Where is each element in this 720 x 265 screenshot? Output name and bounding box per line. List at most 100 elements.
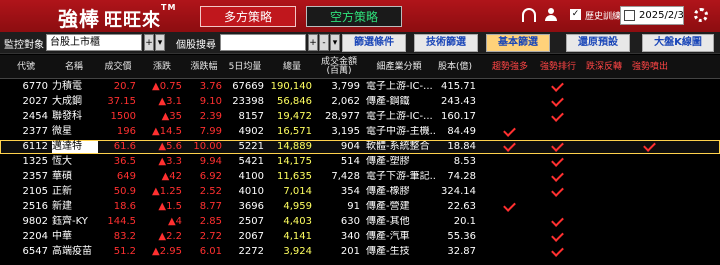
- cell-amount: 904: [340, 141, 360, 152]
- col-industry[interactable]: 細產業分類: [366, 63, 432, 72]
- cell-volume: 14,889: [277, 141, 312, 152]
- cell-change: ▲1.25: [152, 186, 182, 197]
- table-row[interactable]: 2357 華碩 649 ▲42 6.92 4100 11,635 7,428 電子下游-筆記..…: [0, 170, 720, 184]
- date-value: 2025/2/3: [639, 10, 684, 21]
- table-header: 代號 名稱 成交價 漲跌 漲跌幅 5日均量 總量 成交金額(百萬) 細產業分類 …: [0, 55, 720, 79]
- search-dropdown-icon[interactable]: ▾: [330, 34, 340, 51]
- person-icon[interactable]: [544, 8, 558, 22]
- cell-change-pct: 10.00: [193, 141, 222, 152]
- col-breakout[interactable]: 強勢噴出: [628, 63, 672, 72]
- gear-icon[interactable]: [694, 8, 708, 22]
- cell-industry: 軟體-系統整合: [366, 141, 430, 152]
- cell-change: ▲2.95: [152, 246, 182, 257]
- headset-icon[interactable]: [522, 8, 536, 22]
- cell-volume: 4,403: [283, 216, 312, 227]
- cell-capital: 20.1: [453, 216, 476, 227]
- cell-price: 18.6: [113, 201, 136, 212]
- table-row[interactable]: 2454 聯發科 1500 ▲35 2.39 8157 19,472 28,977 電子上游-I…: [0, 110, 720, 124]
- col-name[interactable]: 名稱: [56, 63, 92, 72]
- search-minus-button[interactable]: -: [319, 34, 329, 51]
- cell-change-pct: 2.72: [199, 231, 222, 242]
- search-add-button[interactable]: +: [308, 34, 318, 51]
- table-row[interactable]: 6770 力積電 20.7 ▲0.75 3.76 67669 190,140 3,799 電子上…: [0, 80, 720, 94]
- monitor-select[interactable]: 台股上市櫃: [46, 34, 142, 51]
- table-row[interactable]: 2204 中華 83.2 ▲2.2 2.72 2067 4,141 340 傳產-汽車 55.36: [0, 230, 720, 244]
- cell-price: 196: [116, 126, 136, 137]
- tab-long-strategy[interactable]: 多方策略: [200, 6, 296, 27]
- calendar-icon: [624, 10, 635, 21]
- col-code[interactable]: 代號: [4, 63, 48, 72]
- cell-volume: 16,571: [277, 126, 312, 137]
- cell-capital: 415.71: [441, 81, 476, 92]
- cell-avg5: 2507: [238, 216, 264, 227]
- cell-industry: 傳產-塑膠: [366, 156, 410, 167]
- table-row[interactable]: 2516 新建 18.6 ▲1.5 8.77 3696 4,959 91 傳產-營建 22.63: [0, 200, 720, 214]
- cell-change-pct: 9.10: [199, 96, 222, 107]
- cell-name: 華碩: [52, 171, 72, 182]
- cell-change-pct: 2.39: [199, 111, 222, 122]
- cell-industry: 電子上游-IC-...: [366, 111, 433, 122]
- col-avg5[interactable]: 5日均量: [224, 63, 266, 72]
- signal-check-icon: [552, 140, 564, 152]
- cell-code: 1325: [22, 156, 48, 167]
- cell-amount: 514: [340, 156, 360, 167]
- table-row[interactable]: 1325 恆大 36.5 ▲3.3 9.94 5421 14,175 514 傳產-塑膠 8.53: [0, 155, 720, 169]
- cell-change: ▲1.5: [158, 201, 182, 212]
- cell-name: 高端疫苗: [52, 246, 92, 257]
- col-reversal[interactable]: 跌深反轉: [582, 63, 626, 72]
- cell-name: 中華: [52, 231, 72, 242]
- fundamental-filter-button[interactable]: 基本篩選: [486, 34, 550, 52]
- filter-conditions-button[interactable]: 篩選條件: [342, 34, 406, 52]
- col-trend-strong[interactable]: 趨勢強多: [488, 63, 532, 72]
- stock-search-input[interactable]: [220, 34, 306, 51]
- cell-capital: 243.43: [441, 96, 476, 107]
- cell-change-pct: 8.77: [199, 201, 222, 212]
- cell-amount: 2,062: [331, 96, 360, 107]
- cell-price: 83.2: [113, 231, 136, 242]
- history-mode-checkbox[interactable]: ✓: [570, 9, 581, 20]
- cell-avg5: 4902: [238, 126, 264, 137]
- cell-change: ▲3.1: [158, 96, 182, 107]
- table-row[interactable]: 2027 大成鋼 37.15 ▲3.1 9.10 23398 56,846 2,062 傳產-鋼…: [0, 95, 720, 109]
- monitor-dropdown-icon[interactable]: ▾: [155, 34, 165, 51]
- cell-volume: 7,014: [283, 186, 312, 197]
- date-picker[interactable]: 2025/2/3: [620, 6, 684, 25]
- cell-change: ▲35: [161, 111, 182, 122]
- search-label: 個股搜尋: [176, 40, 216, 51]
- cell-industry: 傳產-生技: [366, 246, 410, 257]
- col-change-pct[interactable]: 漲跌幅: [186, 63, 222, 72]
- toolbar: 監控對象 台股上市櫃 + ▾ 個股搜尋 + - ▾ 篩選條件 技術篩選 基本篩選…: [0, 32, 720, 54]
- cell-volume: 14,175: [277, 156, 312, 167]
- cell-avg5: 8157: [238, 111, 264, 122]
- cell-amount: 7,428: [331, 171, 360, 182]
- tab-short-strategy[interactable]: 空方策略: [306, 6, 402, 27]
- market-kline-button[interactable]: 大盤K線圖: [642, 34, 714, 52]
- cell-code: 2204: [22, 231, 48, 242]
- technical-filter-button[interactable]: 技術篩選: [414, 34, 478, 52]
- table-row[interactable]: 6547 高端疫苗 51.2 ▲2.95 6.01 2272 3,924 201 傳產-生技 32…: [0, 245, 720, 259]
- col-change[interactable]: 漲跌: [144, 63, 180, 72]
- cell-volume: 56,846: [277, 96, 312, 107]
- cell-avg5: 2272: [238, 246, 264, 257]
- cell-avg5: 67669: [232, 81, 264, 92]
- col-amount[interactable]: 成交金額(百萬): [318, 58, 360, 76]
- cell-code: 2105: [22, 186, 48, 197]
- monitor-add-button[interactable]: +: [144, 34, 154, 51]
- cell-avg5: 2067: [238, 231, 264, 242]
- cell-name: 鈺齊-KY: [52, 216, 88, 227]
- col-price[interactable]: 成交價: [100, 63, 136, 72]
- table-row[interactable]: 6112 邁達特 61.6 ▲5.6 10.00 5221 14,889 904 軟體-系統整合…: [0, 140, 720, 154]
- brand-sub: 旺旺來: [104, 10, 161, 31]
- col-capital[interactable]: 股本(億): [434, 63, 476, 72]
- cell-capital: 324.14: [441, 186, 476, 197]
- col-strong-rank[interactable]: 強勢排行: [536, 63, 580, 72]
- cell-volume: 3,924: [283, 246, 312, 257]
- table-row[interactable]: 9802 鈺齊-KY 144.5 ▲4 2.85 2507 4,403 630 傳產-其他 20.…: [0, 215, 720, 229]
- col-volume[interactable]: 總量: [270, 63, 314, 72]
- cell-change: ▲0.75: [152, 81, 182, 92]
- cell-code: 6112: [22, 141, 48, 152]
- cell-name: 大成鋼: [52, 96, 82, 107]
- reset-default-button[interactable]: 還原預設: [566, 34, 630, 52]
- table-row[interactable]: 2377 微星 196 ▲14.5 7.99 4902 16,571 3,195 電子中游-主機…: [0, 125, 720, 139]
- table-row[interactable]: 2105 正新 50.9 ▲1.25 2.52 4010 7,014 354 傳產-橡膠 324.…: [0, 185, 720, 199]
